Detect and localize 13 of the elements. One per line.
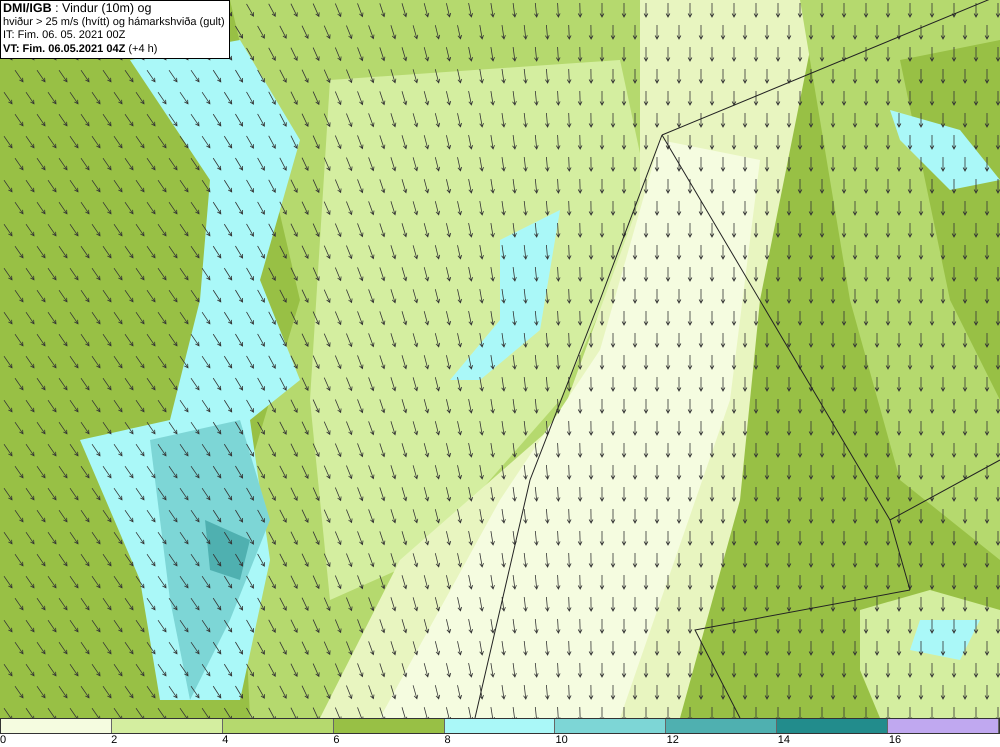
scale-tick-label: 10	[556, 734, 568, 747]
scale-tick-label: 6	[333, 734, 340, 747]
scale-tick-label: 8	[444, 734, 451, 747]
scale-tick-label: 2	[111, 734, 118, 747]
scale-tick-label: 4	[222, 734, 228, 747]
caption-line: VT: Fim. 06.05.2021 04Z (+4 h)	[3, 42, 158, 56]
caption-line: DMI/IGB : Vindur (10m) og	[3, 2, 152, 16]
scale-tick-label: 12	[666, 734, 679, 747]
scale-tick-label: 0	[0, 734, 6, 747]
scale-tick-label: 14	[778, 734, 790, 747]
caption-line: hviður > 25 m/s (hvítt) og hámarkshviða (gult)	[3, 16, 225, 29]
scale-tick-label: 16	[888, 734, 902, 747]
caption-line: IT: Fim. 06. 05. 2021 00Z	[3, 29, 126, 42]
